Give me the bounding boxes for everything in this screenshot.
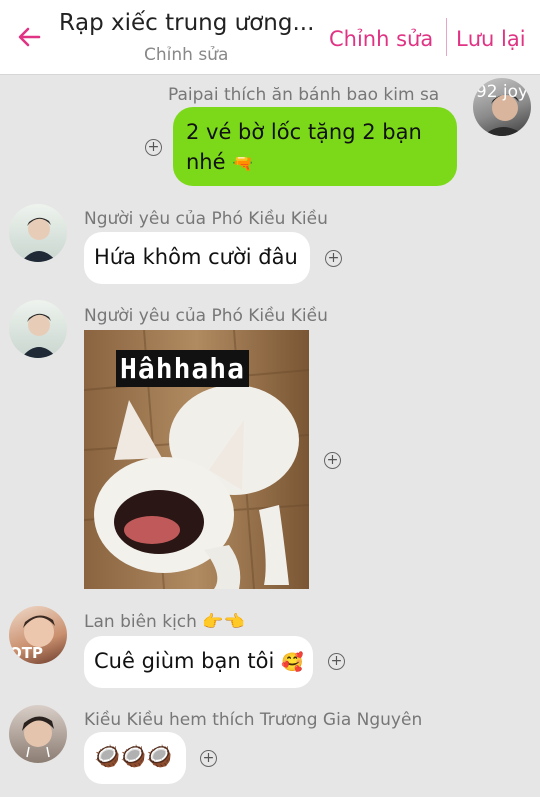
avatar-caption: OTP — [9, 644, 43, 662]
add-reaction-icon[interactable]: + — [325, 250, 342, 267]
person-silhouette-icon — [21, 313, 57, 358]
message-text: Hứa khôm cười đâu — [94, 245, 298, 269]
message-text-line2: nhé — [186, 150, 226, 174]
save-button[interactable]: Lưu lại — [456, 27, 526, 51]
add-reaction-icon[interactable]: + — [200, 750, 217, 767]
edit-button[interactable]: Chỉnh sửa — [329, 27, 433, 51]
avatar[interactable]: 92 joy — [473, 78, 531, 136]
person-silhouette-icon — [21, 217, 57, 262]
chat-subtitle: Chỉnh sửa — [144, 45, 229, 65]
coconut-emoji: 🥥🥥🥥 — [94, 744, 173, 768]
back-arrow-icon[interactable] — [14, 22, 44, 52]
message-bubble[interactable]: 2 vé bờ lốc tặng 2 bạn nhé 🔫 — [173, 107, 457, 186]
meme-caption: Hâhhaha — [116, 350, 250, 387]
meme-image[interactable]: Hâhhaha — [84, 330, 309, 589]
avatar[interactable] — [9, 705, 67, 763]
sender-name: Kiều Kiều hem thích Trương Gia Nguyên — [84, 710, 423, 730]
add-reaction-icon[interactable]: + — [324, 452, 341, 469]
add-reaction-icon[interactable]: + — [145, 139, 162, 156]
sender-name: Paipai thích ăn bánh bao kim sa — [168, 85, 440, 105]
sender-name: Lan biên kịch — [84, 612, 197, 632]
avatar[interactable] — [9, 300, 67, 358]
smiling-face-hearts-emoji: 🥰 — [280, 652, 304, 673]
chat-header: Rạp xiếc trung ương... Chỉnh sửa Chỉnh s… — [0, 0, 540, 75]
sender-name-row: Lan biên kịch 👉👈 — [84, 612, 245, 632]
message-bubble[interactable]: Cuê giùm bạn tôi 🥰 — [84, 636, 313, 688]
avatar[interactable] — [9, 204, 67, 262]
chat-title[interactable]: Rạp xiếc trung ương... — [59, 10, 314, 36]
water-gun-emoji: 🔫 — [232, 154, 254, 174]
message-text-line1: 2 vé bờ lốc tặng 2 bạn — [186, 120, 422, 144]
sender-name: Người yêu của Phó Kiều Kiều — [84, 209, 328, 229]
message-text: Cuê giùm bạn tôi — [94, 649, 275, 673]
sender-name: Người yêu của Phó Kiều Kiều — [84, 306, 328, 326]
avatar[interactable]: OTP — [9, 606, 67, 664]
message-bubble[interactable]: 🥥🥥🥥 — [84, 732, 186, 784]
message-bubble[interactable]: Hứa khôm cười đâu — [84, 232, 310, 284]
avatar-caption: 92 joy — [475, 82, 529, 102]
header-divider — [446, 18, 447, 56]
add-reaction-icon[interactable]: + — [328, 653, 345, 670]
person-face-icon — [22, 716, 54, 758]
pointing-fingers-emoji: 👉👈 — [202, 612, 245, 632]
